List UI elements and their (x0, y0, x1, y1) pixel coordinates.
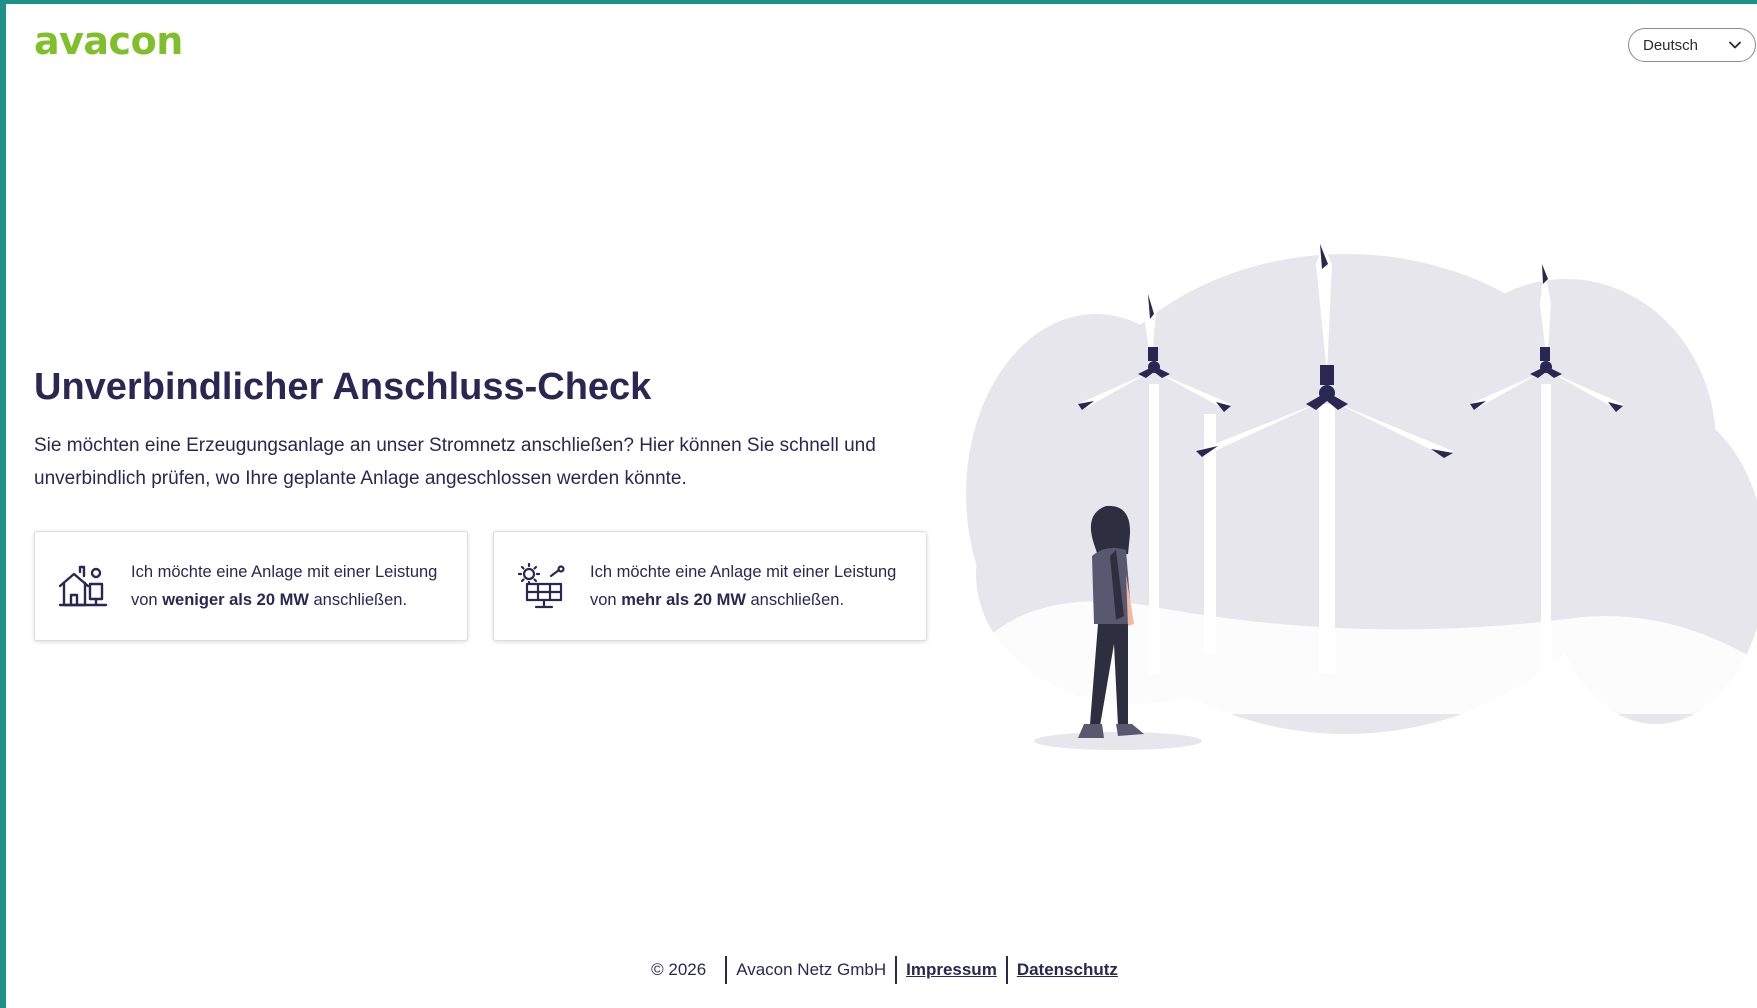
avacon-logo[interactable]: avacon (34, 16, 183, 66)
page-frame: avacon Deutsch Unverbindlicher Anschluss… (0, 0, 1757, 1008)
impressum-link[interactable]: Impressum (906, 960, 997, 980)
language-select[interactable]: Deutsch (1628, 28, 1756, 62)
option-card-over-20mw[interactable]: Ich möchte eine Anlage mit einer Leistun… (493, 531, 927, 641)
footer: © 2026 Avacon Netz GmbH Impressum Datens… (6, 956, 1757, 984)
footer-divider (895, 956, 898, 984)
page-title: Unverbindlicher Anschluss-Check (34, 366, 652, 408)
footer-divider (725, 956, 728, 984)
wind-turbines-woman-illustration (966, 244, 1757, 750)
option-highlight-over-20mw: mehr als 20 MW (621, 591, 746, 609)
option-highlight-under-20mw: weniger als 20 MW (162, 591, 309, 609)
option-text-over-20mw: Ich möchte eine Anlage mit einer Leistun… (590, 563, 897, 609)
copyright-text: © 2026 (651, 960, 707, 979)
intro-text: Sie möchten eine Erzeugungsanlage an uns… (34, 435, 876, 489)
house-solar-icon (58, 565, 108, 607)
solar-plant-icon (517, 562, 565, 609)
option-card-under-20mw[interactable]: Ich möchte eine Anlage mit einer Leistun… (34, 531, 468, 641)
option-text-under-20mw: Ich möchte eine Anlage mit einer Leistun… (131, 563, 438, 609)
company-name: Avacon Netz GmbH (736, 960, 887, 979)
chevron-down-icon (1729, 41, 1741, 49)
footer-divider (1005, 956, 1008, 984)
datenschutz-link[interactable]: Datenschutz (1017, 960, 1118, 980)
language-selected-value: Deutsch (1643, 36, 1699, 54)
